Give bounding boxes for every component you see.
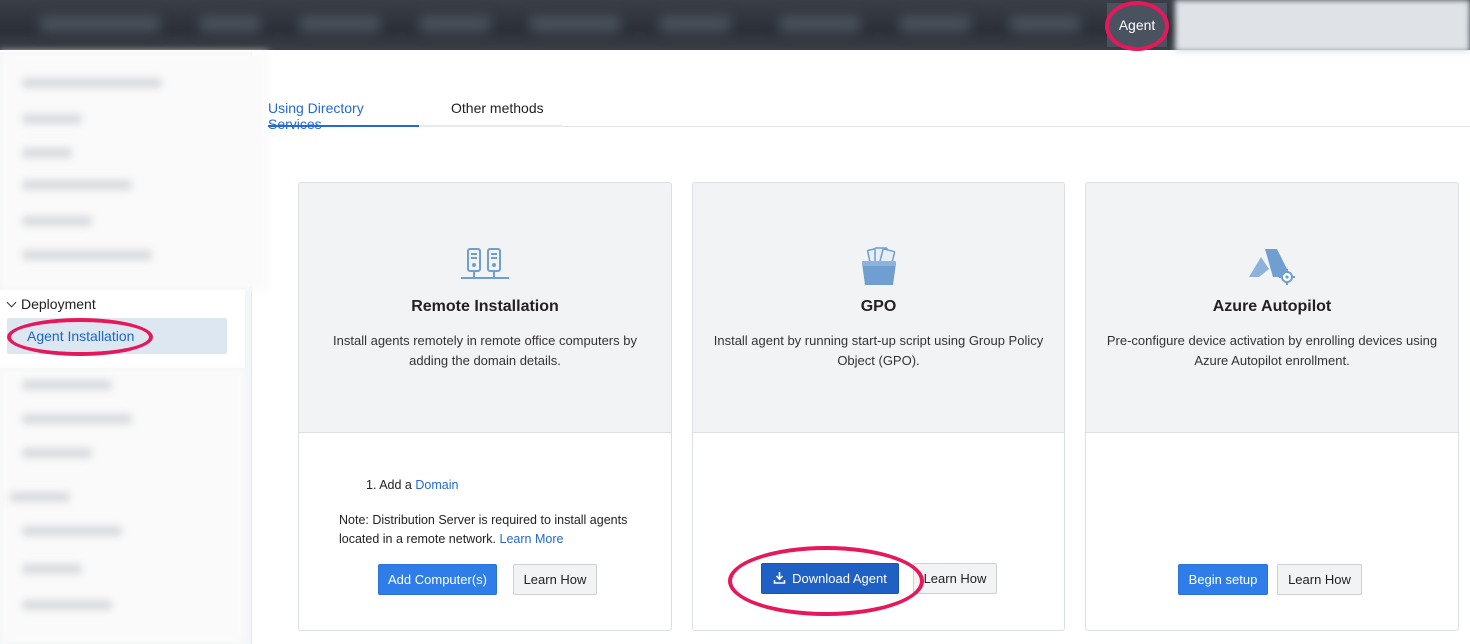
card-description: Pre-configure device activation by enrol… <box>1106 333 1438 368</box>
tab-using-directory-services[interactable]: Using Directory Services <box>268 95 419 132</box>
sidebar-group-label: Deployment <box>21 296 96 312</box>
card-remote-installation: Remote Installation Install agents remot… <box>298 182 672 631</box>
card-azure-autopilot: Azure Autopilot Pre-configure device act… <box>1085 182 1459 631</box>
domain-link[interactable]: Domain <box>415 478 458 492</box>
servers-icon <box>459 247 511 288</box>
gpo-folder-icon <box>859 247 899 292</box>
sidebar-item-agent-installation[interactable]: Agent Installation <box>7 318 227 354</box>
chevron-down-icon <box>6 297 17 307</box>
sidebar-group-header[interactable]: Deployment <box>6 296 96 312</box>
card-title: Remote Installation <box>411 298 559 315</box>
card-title: GPO <box>860 298 897 315</box>
download-agent-button[interactable]: Download Agent <box>761 563 899 594</box>
sidebar-group-deployment: Deployment Agent Installation <box>0 290 245 368</box>
add-computers-button[interactable]: Add Computer(s) <box>378 564 497 595</box>
blurred-sidebar-items-lower <box>0 368 245 644</box>
step-text: 1. Add a <box>366 478 412 492</box>
blurred-sidebar-items <box>0 52 268 290</box>
sidebar: Deployment Agent Installation <box>0 52 268 644</box>
azure-autopilot-icon <box>1247 247 1297 290</box>
card-gpo: GPO Install agent by running start-up sc… <box>692 182 1065 631</box>
card-title: Azure Autopilot <box>1212 298 1332 315</box>
step-add-domain: 1. Add a Domain <box>366 478 458 492</box>
card-header: Remote Installation Install agents remot… <box>299 183 671 433</box>
nav-tab-agent[interactable]: Agent <box>1107 3 1167 47</box>
learn-more-link[interactable]: Learn More <box>500 532 564 546</box>
distribution-server-note: Note: Distribution Server is required to… <box>339 511 639 549</box>
note-text: Note: Distribution Server is required to… <box>339 513 628 546</box>
blurred-topbar-right <box>1175 0 1470 52</box>
card-description: Install agents remotely in remote office… <box>333 333 637 368</box>
card-description: Install agent by running start-up script… <box>713 333 1044 368</box>
learn-how-button[interactable]: Learn How <box>913 563 997 594</box>
download-icon <box>773 571 786 587</box>
card-header: GPO Install agent by running start-up sc… <box>693 183 1064 433</box>
learn-how-button[interactable]: Learn How <box>513 564 597 595</box>
top-navigation-bar: Agent <box>0 0 1470 52</box>
begin-setup-button[interactable]: Begin setup <box>1178 564 1268 595</box>
learn-how-button[interactable]: Learn How <box>1277 564 1362 595</box>
sidebar-item-label: Agent Installation <box>27 328 135 344</box>
card-header: Azure Autopilot Pre-configure device act… <box>1086 183 1458 433</box>
tab-other-methods[interactable]: Other methods <box>451 95 544 127</box>
download-agent-label: Download Agent <box>792 571 887 586</box>
installation-method-tabs: Using Directory Services Other methods <box>268 95 1470 132</box>
